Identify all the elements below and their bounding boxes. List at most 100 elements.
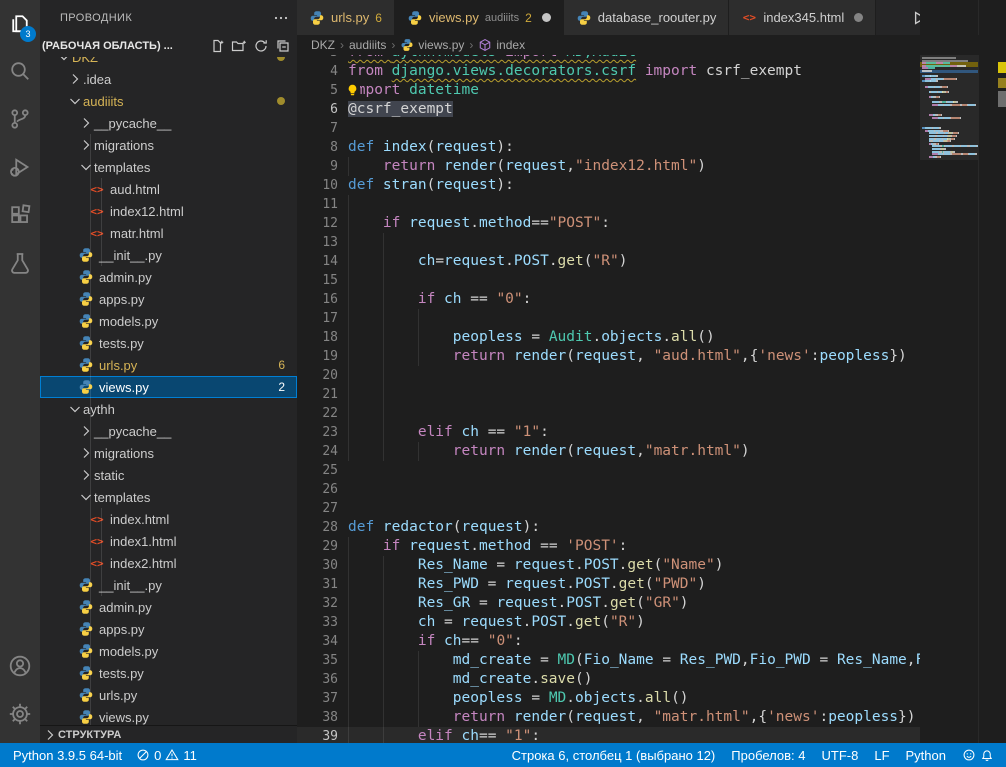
code-line-7[interactable]: 7 bbox=[297, 119, 920, 138]
code-line-28[interactable]: 28def redactor(request): bbox=[297, 518, 920, 537]
language-mode[interactable]: Python bbox=[906, 748, 946, 763]
activity-run-debug[interactable] bbox=[0, 144, 40, 192]
code-line-19[interactable]: 19 return render(request, "aud.html",{'n… bbox=[297, 347, 920, 366]
breadcrumb-item-audiiits[interactable]: audiiits bbox=[349, 38, 386, 52]
tree-item-.idea[interactable]: .idea bbox=[40, 68, 297, 90]
code-line-29[interactable]: 29 if request.method == 'POST': bbox=[297, 537, 920, 556]
tree-item-apps.py[interactable]: apps.py bbox=[40, 288, 297, 310]
workspace-section-header[interactable]: (РАБОЧАЯ ОБЛАСТЬ) ... bbox=[40, 35, 297, 57]
code-line-32[interactable]: 32 Res_GR = request.POST.get("GR") bbox=[297, 594, 920, 613]
tree-item-templates[interactable]: templates bbox=[40, 486, 297, 508]
activity-explorer[interactable]: 3 bbox=[0, 0, 40, 48]
tree-item-index1.html[interactable]: <>index1.html bbox=[40, 530, 297, 552]
tree-item-models.py[interactable]: models.py bbox=[40, 640, 297, 662]
outline-section-header[interactable]: СТРУКТУРА bbox=[40, 725, 297, 743]
code-line-39[interactable]: 39 elif ch== "1": bbox=[297, 727, 920, 743]
code-line-4[interactable]: 4from django.views.decorators.csrf impor… bbox=[297, 62, 920, 81]
tree-item-migrations[interactable]: migrations bbox=[40, 134, 297, 156]
dirty-indicator[interactable] bbox=[542, 13, 551, 22]
code-line-23[interactable]: 23 elif ch == "1": bbox=[297, 423, 920, 442]
tab-views.py[interactable]: views.pyaudiiits2 bbox=[395, 0, 564, 35]
tree-item-index12.html[interactable]: <>index12.html bbox=[40, 200, 297, 222]
refresh-icon[interactable] bbox=[253, 38, 269, 54]
tab-urls.py[interactable]: urls.py6 bbox=[297, 0, 395, 35]
activity-accounts[interactable] bbox=[0, 643, 40, 691]
code-line-21[interactable]: 21 bbox=[297, 385, 920, 404]
code-line-35[interactable]: 35 md_create = MD(Fio_Name = Res_PWD,Fio… bbox=[297, 651, 920, 670]
breadcrumb-item-DKZ[interactable]: DKZ bbox=[311, 38, 335, 52]
code-line-31[interactable]: 31 Res_PWD = request.POST.get("PWD") bbox=[297, 575, 920, 594]
bell-icon[interactable] bbox=[980, 748, 994, 762]
code-line-13[interactable]: 13 bbox=[297, 233, 920, 252]
tree-item-views.py[interactable]: views.py2 bbox=[40, 376, 297, 398]
tree-item-models.py[interactable]: models.py bbox=[40, 310, 297, 332]
code-line-16[interactable]: 16 if ch == "0": bbox=[297, 290, 920, 309]
tree-item-urls.py[interactable]: urls.py bbox=[40, 684, 297, 706]
tree-item-__init__.py[interactable]: __init__.py bbox=[40, 574, 297, 596]
tree-item-aythh[interactable]: aythh bbox=[40, 398, 297, 420]
code-line-5[interactable]: 5import datetime bbox=[297, 81, 920, 100]
python-interpreter[interactable]: Python 3.9.5 64-bit bbox=[13, 748, 122, 763]
code-line-12[interactable]: 12 if request.method=="POST": bbox=[297, 214, 920, 233]
collapse-all-icon[interactable] bbox=[275, 38, 291, 54]
breadcrumb-item-index[interactable]: index bbox=[478, 38, 525, 52]
activity-testing[interactable] bbox=[0, 240, 40, 288]
tree-item-matr.html[interactable]: <>matr.html bbox=[40, 222, 297, 244]
tree-item-index.html[interactable]: <>index.html bbox=[40, 508, 297, 530]
code-line-25[interactable]: 25 bbox=[297, 461, 920, 480]
code-line-36[interactable]: 36 md_create.save() bbox=[297, 670, 920, 689]
breadcrumb-item-views.py[interactable]: views.py bbox=[400, 38, 464, 52]
code-line-15[interactable]: 15 bbox=[297, 271, 920, 290]
problems-indicator[interactable]: 0 11 bbox=[136, 748, 197, 763]
minimap[interactable] bbox=[920, 0, 978, 743]
tree-item-apps.py[interactable]: apps.py bbox=[40, 618, 297, 640]
code-line-30[interactable]: 30 Res_Name = request.POST.get("Name") bbox=[297, 556, 920, 575]
tree-item-audiiits[interactable]: audiiits bbox=[40, 90, 297, 112]
tree-item-__init__.py[interactable]: __init__.py bbox=[40, 244, 297, 266]
tree-item-index2.html[interactable]: <>index2.html bbox=[40, 552, 297, 574]
tree-item-tests.py[interactable]: tests.py bbox=[40, 662, 297, 684]
tree-item-__pycache__[interactable]: __pycache__ bbox=[40, 420, 297, 442]
activity-extensions[interactable] bbox=[0, 192, 40, 240]
code-line-26[interactable]: 26 bbox=[297, 480, 920, 499]
tree-item-admin.py[interactable]: admin.py bbox=[40, 266, 297, 288]
code-line-27[interactable]: 27 bbox=[297, 499, 920, 518]
eol-selector[interactable]: LF bbox=[874, 748, 889, 763]
tree-item-tests.py[interactable]: tests.py bbox=[40, 332, 297, 354]
code-line-37[interactable]: 37 peopless = MD.objects.all() bbox=[297, 689, 920, 708]
code-line-22[interactable]: 22 bbox=[297, 404, 920, 423]
code-line-10[interactable]: 10def stran(request): bbox=[297, 176, 920, 195]
cursor-position[interactable]: Строка 6, столбец 1 (выбрано 12) bbox=[512, 748, 716, 763]
tree-item-urls.py[interactable]: urls.py6 bbox=[40, 354, 297, 376]
code-line-9[interactable]: 9 return render(request,"index12.html") bbox=[297, 157, 920, 176]
activity-settings[interactable] bbox=[0, 691, 40, 739]
new-folder-icon[interactable] bbox=[231, 38, 247, 54]
tree-item-DKZ[interactable]: DKZ bbox=[40, 57, 297, 68]
new-file-icon[interactable] bbox=[209, 38, 225, 54]
code-line-18[interactable]: 18 peopless = Audit.objects.all() bbox=[297, 328, 920, 347]
code-line-17[interactable]: 17 bbox=[297, 309, 920, 328]
more-actions-icon[interactable] bbox=[273, 10, 289, 26]
tree-item-static[interactable]: static bbox=[40, 464, 297, 486]
activity-source-control[interactable] bbox=[0, 96, 40, 144]
activity-search[interactable] bbox=[0, 48, 40, 96]
tree-item-__pycache__[interactable]: __pycache__ bbox=[40, 112, 297, 134]
code-line-24[interactable]: 24 return render(request,"matr.html") bbox=[297, 442, 920, 461]
code-line-3[interactable]: 3from aythh.models import MD,Audit bbox=[297, 55, 920, 62]
code-line-8[interactable]: 8def index(request): bbox=[297, 138, 920, 157]
tab-index345.html[interactable]: <>index345.html bbox=[729, 0, 876, 35]
scrollbar-thumb[interactable] bbox=[998, 91, 1006, 107]
code-line-20[interactable]: 20 bbox=[297, 366, 920, 385]
tree-item-migrations[interactable]: migrations bbox=[40, 442, 297, 464]
tree-item-templates[interactable]: templates bbox=[40, 156, 297, 178]
tree-item-aud.html[interactable]: <>aud.html bbox=[40, 178, 297, 200]
code-line-38[interactable]: 38 return render(request, "matr.html",{'… bbox=[297, 708, 920, 727]
dirty-indicator[interactable] bbox=[854, 13, 863, 22]
code-line-6[interactable]: 6@csrf_exempt bbox=[297, 100, 920, 119]
lightbulb-icon[interactable] bbox=[345, 83, 360, 98]
tree-item-views.py[interactable]: views.py bbox=[40, 706, 297, 725]
code-line-14[interactable]: 14 ch=request.POST.get("R") bbox=[297, 252, 920, 271]
scrollbar[interactable] bbox=[978, 0, 1006, 743]
tab-database_roouter.py[interactable]: database_roouter.py bbox=[564, 0, 730, 35]
tree-item-admin.py[interactable]: admin.py bbox=[40, 596, 297, 618]
